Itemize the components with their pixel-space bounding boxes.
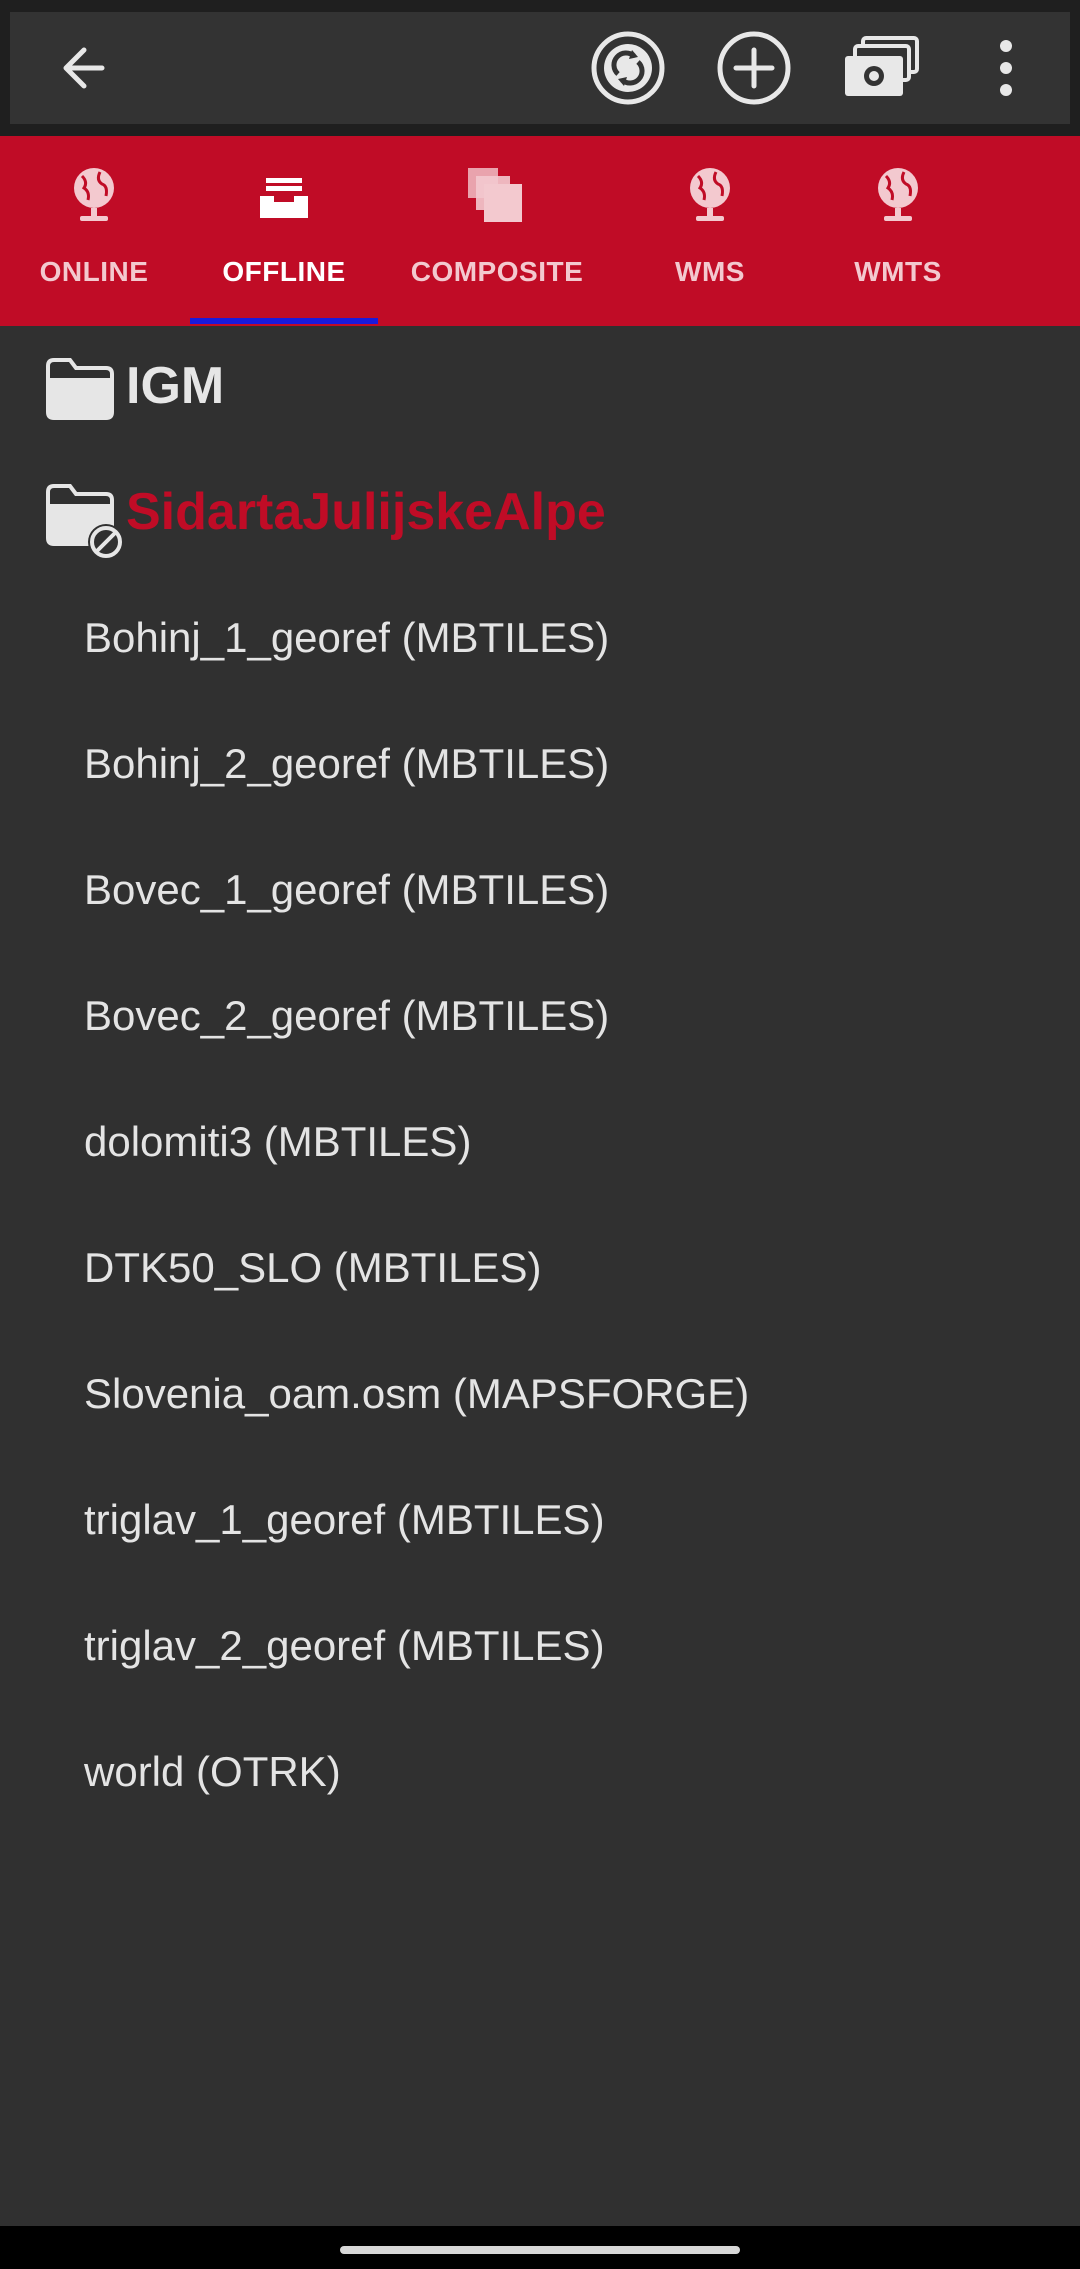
map-file-label: Bohinj_1_georef (MBTILES) [84, 614, 610, 661]
inbox-icon [260, 178, 308, 218]
globe-icon [878, 168, 918, 221]
tab-label: OFFLINE [222, 256, 346, 287]
map-file-label: DTK50_SLO (MBTILES) [84, 1244, 542, 1291]
tab-wms[interactable]: WMS [616, 136, 804, 326]
tab-wmts[interactable]: WMTS [804, 136, 992, 326]
map-file-row[interactable]: dolomiti3 (MBTILES) [0, 1082, 1080, 1208]
folder-label: SidartaJulijskeAlpe [126, 483, 606, 541]
tab-label: WMTS [854, 256, 942, 287]
map-file-row[interactable]: Bohinj_1_georef (MBTILES) [0, 578, 1080, 704]
more-vert-icon[interactable] [976, 28, 1036, 108]
map-file-label: Bovec_1_georef (MBTILES) [84, 866, 610, 913]
folder-label: IGM [126, 357, 225, 415]
back-arrow-icon[interactable] [44, 32, 124, 104]
globe-icon [690, 168, 730, 221]
tab-label: WMS [675, 256, 745, 287]
map-file-row[interactable]: DTK50_SLO (MBTILES) [0, 1208, 1080, 1334]
map-file-row[interactable]: triglav_1_georef (MBTILES) [0, 1460, 1080, 1586]
folder-row-igm[interactable]: IGM [0, 326, 1080, 452]
folder-row-sidartajulijskealpe[interactable]: SidartaJulijskeAlpe [0, 452, 1080, 578]
tab-composite[interactable]: COMPOSITE [392, 136, 602, 326]
layers-icon [468, 168, 522, 222]
map-file-label: Slovenia_oam.osm (MAPSFORGE) [84, 1370, 750, 1417]
map-file-row[interactable]: world (OTRK) [0, 1712, 1080, 1838]
map-file-label: triglav_2_georef (MBTILES) [84, 1622, 605, 1669]
tab-offline[interactable]: OFFLINE [190, 136, 378, 326]
tab-online[interactable]: ONLINE [0, 136, 188, 326]
add-icon[interactable] [714, 28, 794, 108]
map-file-row[interactable]: Bovec_2_georef (MBTILES) [0, 956, 1080, 1082]
map-file-label: triglav_1_georef (MBTILES) [84, 1496, 605, 1543]
map-file-row[interactable]: Bohinj_2_georef (MBTILES) [0, 704, 1080, 830]
map-file-label: dolomiti3 (MBTILES) [84, 1118, 472, 1165]
tab-label: COMPOSITE [410, 256, 584, 287]
map-file-label: world (OTRK) [84, 1748, 341, 1795]
top-app-bar [0, 0, 1080, 136]
home-gesture-bar[interactable] [340, 2246, 740, 2254]
tab-indicator [190, 318, 378, 324]
globe-icon [74, 168, 114, 221]
map-file-row[interactable]: Slovenia_oam.osm (MAPSFORGE) [0, 1334, 1080, 1460]
map-file-row[interactable]: Bovec_1_georef (MBTILES) [0, 830, 1080, 956]
sync-icon[interactable] [588, 28, 668, 108]
folder-disabled-icon [46, 484, 124, 560]
map-file-row[interactable]: triglav_2_georef (MBTILES) [0, 1586, 1080, 1712]
tab-bar: ONLINE OFFLINE COMPOSITE WMS WMTS [0, 136, 1080, 326]
tab-label: ONLINE [39, 256, 149, 287]
screen: ONLINE OFFLINE COMPOSITE WMS WMTS IGM Si… [0, 0, 1080, 2269]
map-file-label: Bovec_2_georef (MBTILES) [84, 992, 610, 1039]
map-file-label: Bohinj_2_georef (MBTILES) [84, 740, 610, 787]
cash-stack-icon[interactable] [838, 28, 924, 108]
folder-icon [46, 358, 114, 420]
